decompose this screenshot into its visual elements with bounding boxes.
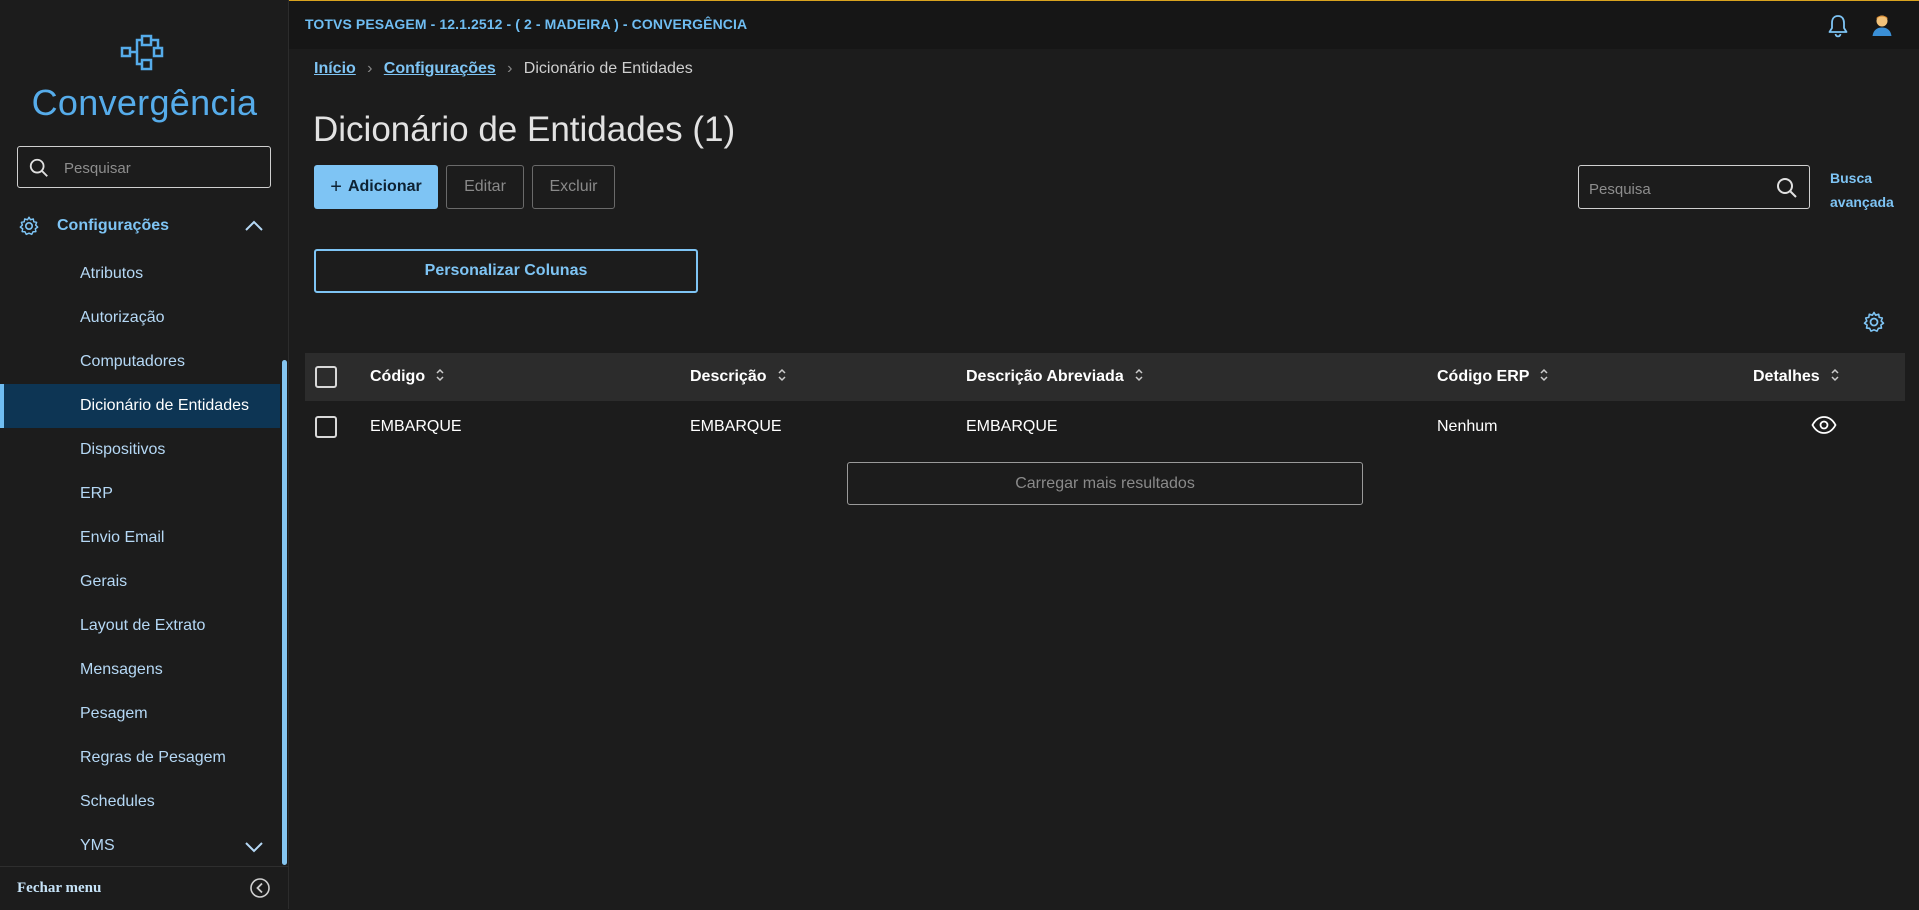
sidebar-item-label: Dicionário de Entidades bbox=[80, 397, 249, 414]
top-bar: TOTVS PESAGEM - 12.1.2512 - ( 2 - MADEIR… bbox=[289, 0, 1919, 49]
select-all-checkbox[interactable] bbox=[315, 366, 337, 388]
sidebar-item-erp[interactable]: ERP bbox=[0, 472, 280, 516]
column-header-label: Descrição Abreviada bbox=[966, 368, 1124, 385]
app-title: TOTVS PESAGEM - 12.1.2512 - ( 2 - MADEIR… bbox=[305, 16, 748, 32]
view-details-eye-icon[interactable] bbox=[1811, 415, 1837, 435]
sidebar-item-label: ERP bbox=[80, 485, 113, 502]
sidebar-footer[interactable]: Fechar menu bbox=[0, 866, 289, 910]
sidebar-item-label: Computadores bbox=[80, 353, 185, 370]
table-row[interactable]: EMBARQUE EMBARQUE EMBARQUE Nenhum bbox=[305, 401, 1905, 451]
sidebar-item-label: Regras de Pesagem bbox=[80, 749, 226, 766]
sidebar-section-label: Configurações bbox=[57, 217, 170, 234]
sidebar-item-gerais[interactable]: Gerais bbox=[0, 560, 280, 604]
sidebar-item-label: Envio Email bbox=[80, 529, 165, 546]
breadcrumb-home-link[interactable]: Início bbox=[314, 60, 356, 77]
table-search-input[interactable] bbox=[1587, 176, 1771, 202]
brand-name: Convergência bbox=[31, 82, 258, 123]
sort-icon bbox=[777, 368, 786, 382]
advanced-search-link[interactable]: Busca avançada bbox=[1830, 166, 1900, 214]
chevron-up-icon[interactable] bbox=[243, 216, 265, 236]
table-header: Código Descrição Descrição Abreviada Cód… bbox=[305, 353, 1905, 401]
sidebar-item-label: Pesagem bbox=[80, 705, 148, 722]
column-header-codigo[interactable]: Código bbox=[370, 368, 445, 386]
sidebar: Convergência Configurações Atributos Aut… bbox=[0, 0, 289, 909]
column-header-label: Código bbox=[370, 368, 426, 385]
cell-descricao: EMBARQUE bbox=[690, 418, 782, 435]
sidebar-item-envio-email[interactable]: Envio Email bbox=[0, 516, 280, 560]
sidebar-item-label: Mensagens bbox=[80, 661, 163, 678]
close-menu-label: Fechar menu bbox=[17, 880, 102, 896]
load-more-button[interactable]: Carregar mais resultados bbox=[847, 462, 1363, 505]
table-search[interactable] bbox=[1578, 165, 1810, 209]
sort-icon bbox=[1540, 368, 1548, 382]
sidebar-search-input[interactable] bbox=[62, 155, 266, 181]
sidebar-item-computadores[interactable]: Computadores bbox=[0, 340, 280, 384]
breadcrumb-chevron-icon: › bbox=[367, 60, 373, 77]
customize-columns-button[interactable]: Personalizar Colunas bbox=[314, 249, 698, 293]
notification-bell-icon[interactable] bbox=[1825, 13, 1851, 39]
sidebar-item-regras-de-pesagem[interactable]: Regras de Pesagem bbox=[0, 736, 280, 780]
column-header-codigo-erp[interactable]: Código ERP bbox=[1437, 368, 1549, 386]
sidebar-item-label: Layout de Extrato bbox=[80, 617, 206, 634]
column-header-detalhes[interactable]: Detalhes bbox=[1753, 368, 1840, 386]
sidebar-scrollbar[interactable] bbox=[282, 360, 287, 865]
sort-icon bbox=[1135, 368, 1143, 382]
page-title: Dicionário de Entidades (1) bbox=[313, 110, 736, 149]
breadcrumb-current: Dicionário de Entidades bbox=[523, 60, 693, 77]
column-header-label: Descrição bbox=[690, 368, 767, 385]
sort-icon bbox=[436, 368, 444, 382]
sidebar-item-layout-de-extrato[interactable]: Layout de Extrato bbox=[0, 604, 280, 648]
sidebar-item-label: Gerais bbox=[80, 573, 128, 590]
chevron-down-icon[interactable] bbox=[243, 837, 265, 857]
delete-button[interactable]: Excluir bbox=[532, 165, 615, 209]
edit-button[interactable]: Editar bbox=[446, 165, 524, 209]
breadcrumb: Início › Configurações › Dicionário de Entid… bbox=[314, 60, 693, 82]
search-icon[interactable] bbox=[1775, 176, 1799, 200]
sidebar-menu: Atributos Autorização Computadores Dicio… bbox=[0, 252, 280, 868]
sidebar-item-schedules[interactable]: Schedules bbox=[0, 780, 280, 824]
add-button[interactable]: + Adicionar bbox=[314, 165, 438, 209]
add-button-label: Adicionar bbox=[347, 178, 422, 195]
breadcrumb-chevron-icon: › bbox=[507, 60, 513, 77]
collapse-menu-icon[interactable] bbox=[249, 877, 271, 899]
cell-descricao-abreviada: EMBARQUE bbox=[966, 418, 1058, 435]
gear-icon bbox=[19, 216, 39, 236]
cell-codigo-erp: Nenhum bbox=[1437, 418, 1498, 435]
sidebar-item-label: Autorização bbox=[80, 309, 165, 326]
sidebar-item-pesagem[interactable]: Pesagem bbox=[0, 692, 280, 736]
column-header-descricao[interactable]: Descrição bbox=[690, 368, 787, 386]
sidebar-item-dispositivos[interactable]: Dispositivos bbox=[0, 428, 280, 472]
sidebar-item-atributos[interactable]: Atributos bbox=[0, 252, 280, 296]
logo-icon bbox=[120, 34, 164, 71]
column-header-label: Detalhes bbox=[1753, 368, 1820, 385]
breadcrumb-section-link[interactable]: Configurações bbox=[384, 60, 496, 77]
advanced-search-label-2: avançada bbox=[1830, 194, 1894, 210]
sidebar-item-yms[interactable]: YMS bbox=[0, 824, 280, 868]
sidebar-item-label: Dispositivos bbox=[80, 441, 166, 458]
search-icon bbox=[29, 158, 48, 177]
sidebar-item-dicionario-de-entidades[interactable]: Dicionário de Entidades bbox=[0, 384, 280, 428]
cell-codigo: EMBARQUE bbox=[370, 418, 462, 435]
advanced-search-label-1: Busca bbox=[1830, 170, 1873, 186]
sidebar-item-label: Schedules bbox=[80, 793, 155, 810]
plus-icon: + bbox=[330, 176, 342, 198]
sort-icon bbox=[1831, 368, 1839, 382]
sidebar-item-autorizacao[interactable]: Autorização bbox=[0, 296, 280, 340]
sidebar-item-label: YMS bbox=[80, 837, 115, 854]
row-checkbox[interactable] bbox=[315, 416, 337, 438]
user-avatar-icon[interactable] bbox=[1869, 12, 1895, 38]
column-header-descricao-abreviada[interactable]: Descrição Abreviada bbox=[966, 368, 1144, 386]
sidebar-item-mensagens[interactable]: Mensagens bbox=[0, 648, 280, 692]
sidebar-section-configuracoes[interactable]: Configurações bbox=[0, 208, 280, 244]
sidebar-item-label: Atributos bbox=[80, 265, 144, 282]
sidebar-search[interactable] bbox=[17, 146, 271, 188]
column-header-label: Código ERP bbox=[1437, 368, 1530, 385]
table-settings-gear-icon[interactable] bbox=[1862, 310, 1886, 334]
